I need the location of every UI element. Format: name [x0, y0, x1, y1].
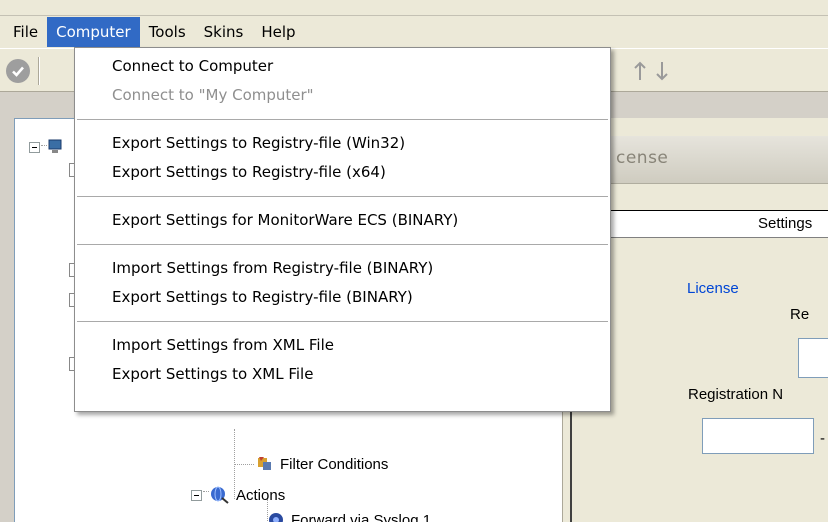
tree-item-forward-syslog[interactable]: Forward via Syslog 1 — [267, 511, 431, 522]
menu-item-import-xml[interactable]: Import Settings from XML File — [75, 331, 610, 360]
arrow-up-icon — [634, 61, 646, 80]
menu-separator — [77, 119, 608, 120]
forward-icon — [269, 513, 283, 522]
menu-item-connect-computer[interactable]: Connect to Computer — [75, 52, 610, 81]
menu-computer[interactable]: Computer — [47, 17, 140, 47]
license-group-title: License — [684, 280, 742, 297]
tree-item-filter-conditions[interactable]: Filter Conditions — [234, 455, 388, 473]
menu-item-export-registry-binary[interactable]: Export Settings to Registry-file (BINARY… — [75, 283, 610, 312]
menu-separator — [77, 196, 608, 197]
menu-tools[interactable]: Tools — [140, 17, 195, 47]
menu-item-export-registry-x64[interactable]: Export Settings to Registry-file (x64) — [75, 158, 610, 187]
menu-file[interactable]: File — [4, 17, 47, 47]
menu-item-export-monitorware-ecs[interactable]: Export Settings for MonitorWare ECS (BIN… — [75, 206, 610, 235]
computer-icon — [48, 139, 62, 153]
field-dash: - — [820, 430, 825, 447]
tab-settings[interactable]: Settings — [758, 215, 812, 232]
tree-label: Forward via Syslog 1 — [291, 511, 432, 522]
actions-globe-icon — [211, 486, 229, 504]
menu-item-export-xml[interactable]: Export Settings to XML File — [75, 360, 610, 389]
tree-item-actions[interactable]: Actions — [191, 485, 285, 505]
tree-label: Actions — [236, 486, 286, 504]
registration-number-label: Registration N — [688, 386, 784, 403]
apply-button[interactable] — [4, 57, 32, 85]
menu-item-import-registry-binary[interactable]: Import Settings from Registry-file (BINA… — [75, 254, 610, 283]
menu-separator — [77, 244, 608, 245]
menu-skins[interactable]: Skins — [195, 17, 253, 47]
move-down-button[interactable] — [648, 57, 676, 85]
tree-root[interactable] — [29, 139, 62, 155]
filter-icon — [258, 457, 271, 470]
arrow-down-icon — [656, 62, 668, 81]
menu-item-export-registry-win32[interactable]: Export Settings to Registry-file (Win32) — [75, 129, 610, 158]
tree-label: Filter Conditions — [280, 455, 389, 473]
registration-number-field-1[interactable] — [702, 418, 814, 454]
section-title: cense — [616, 148, 669, 168]
registration-label: Re — [790, 306, 810, 323]
menu-item-connect-my-computer: Connect to "My Computer" — [112, 86, 314, 104]
check-icon — [6, 59, 30, 83]
collapse-toggle[interactable] — [191, 489, 202, 501]
computer-menu-dropdown: Connect to Computer Connect to "My Compu… — [74, 47, 611, 412]
collapse-toggle[interactable] — [29, 141, 40, 153]
registration-name-field[interactable] — [798, 338, 828, 378]
menu-bar: File Computer Tools Skins Help — [0, 16, 828, 48]
toolbar-separator — [38, 57, 40, 85]
menu-separator — [77, 321, 608, 322]
title-bar-edge — [0, 0, 828, 16]
menu-help[interactable]: Help — [252, 17, 304, 47]
